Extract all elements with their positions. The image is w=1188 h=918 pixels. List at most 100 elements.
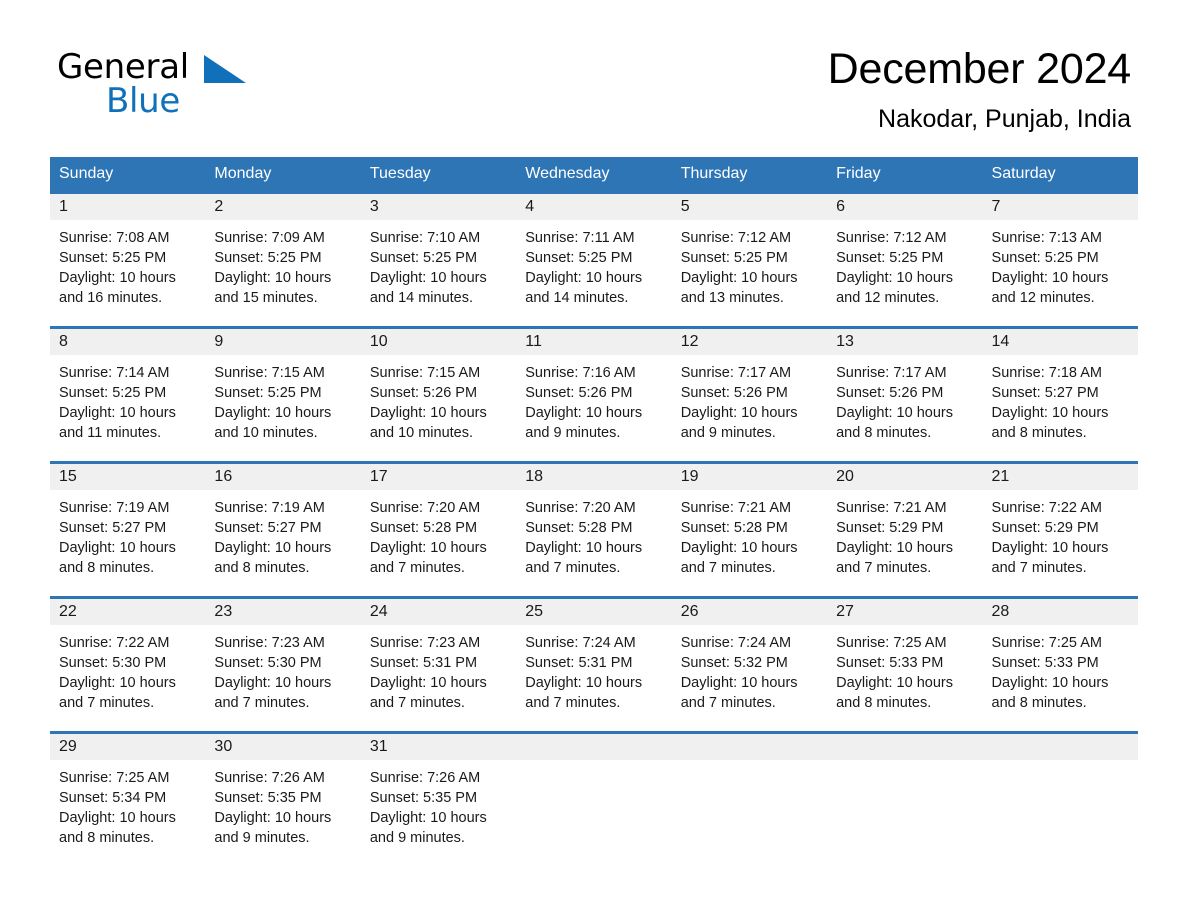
calendar-day-cell[interactable]: 26 Sunrise: 7:24 AM Sunset: 5:32 PM Dayligh… <box>671 596 828 733</box>
day-cell-body: Sunrise: 7:08 AM Sunset: 5:25 PM Daylight:… <box>50 220 205 308</box>
generalblue-logo[interactable]: General Blue <box>57 50 317 120</box>
calendar-day-cell[interactable]: 19 Sunrise: 7:21 AM Sunset: 5:28 PM Dayligh… <box>671 461 828 598</box>
calendar-day-cell[interactable]: 16 Sunrise: 7:19 AM Sunset: 5:27 PM Dayligh… <box>205 461 361 598</box>
page-subtitle-location: Nakodar, Punjab, India <box>878 104 1131 133</box>
calendar-day-cell[interactable]: 20 Sunrise: 7:21 AM Sunset: 5:29 PM Dayligh… <box>827 461 983 598</box>
calendar-day-cell[interactable]: 6 Sunrise: 7:12 AM Sunset: 5:25 PM Daylight… <box>827 191 983 328</box>
daylight-text-line1: Daylight: 10 hours <box>369 810 487 826</box>
day-number: 20 <box>836 468 854 485</box>
day-number: 3 <box>369 198 379 215</box>
calendar-day-cell[interactable]: 25 Sunrise: 7:24 AM Sunset: 5:31 PM Dayligh… <box>516 596 672 733</box>
calendar-day-cell[interactable]: 8 Sunrise: 7:14 AM Sunset: 5:25 PM Daylight… <box>50 326 206 463</box>
day-number-band: 16 <box>205 464 361 490</box>
day-number-band: 4 <box>516 194 672 220</box>
calendar-day-cell[interactable]: 9 Sunrise: 7:15 AM Sunset: 5:25 PM Daylight… <box>205 326 361 463</box>
day-number-band: 27 <box>827 599 983 625</box>
sunset-text: Sunset: 5:28 PM <box>525 520 633 536</box>
day-cell-body <box>672 760 827 768</box>
calendar-day-cell[interactable]: 21 Sunrise: 7:22 AM Sunset: 5:29 PM Dayligh… <box>982 461 1138 598</box>
daylight-text-line1: Daylight: 10 hours <box>991 540 1109 556</box>
day-number: 15 <box>59 468 77 485</box>
sunset-text: Sunset: 5:25 PM <box>991 250 1099 266</box>
day-number-band: 13 <box>827 329 983 355</box>
daylight-text-line1: Daylight: 10 hours <box>59 405 176 421</box>
sunset-text: Sunset: 5:33 PM <box>991 655 1099 671</box>
sunset-text: Sunset: 5:25 PM <box>59 385 167 401</box>
day-number-band: 30 <box>205 734 361 760</box>
sunset-text: Sunset: 5:27 PM <box>991 385 1099 401</box>
daylight-text-line1: Daylight: 10 hours <box>369 405 487 421</box>
calendar-day-cell[interactable]: 17 Sunrise: 7:20 AM Sunset: 5:28 PM Dayligh… <box>360 461 517 598</box>
daylight-text-line2: and 12 minutes. <box>991 290 1095 306</box>
daylight-text-line2: and 10 minutes. <box>369 425 474 441</box>
day-number: 22 <box>59 603 77 620</box>
calendar-week-row: 8 Sunrise: 7:14 AM Sunset: 5:25 PM Daylight… <box>50 326 1138 463</box>
day-cell-body: Sunrise: 7:24 AM Sunset: 5:31 PM Daylight:… <box>516 625 671 713</box>
day-cell-body: Sunrise: 7:20 AM Sunset: 5:28 PM Daylight:… <box>361 490 516 578</box>
calendar-day-cell[interactable]: 29 Sunrise: 7:25 AM Sunset: 5:34 PM Dayligh… <box>50 731 206 868</box>
calendar-day-cell[interactable]: 5 Sunrise: 7:12 AM Sunset: 5:25 PM Daylight… <box>671 191 828 328</box>
daylight-text-line2: and 14 minutes. <box>369 290 474 306</box>
sunrise-text: Sunrise: 7:10 AM <box>369 230 481 246</box>
calendar-day-cell[interactable]: 3 Sunrise: 7:10 AM Sunset: 5:25 PM Daylight… <box>360 191 517 328</box>
sunrise-text: Sunrise: 7:24 AM <box>680 635 792 651</box>
calendar-day-cell[interactable]: 11 Sunrise: 7:16 AM Sunset: 5:26 PM Dayligh… <box>516 326 672 463</box>
calendar-day-cell[interactable]: 10 Sunrise: 7:15 AM Sunset: 5:26 PM Dayligh… <box>360 326 517 463</box>
calendar-day-cell[interactable]: 30 Sunrise: 7:26 AM Sunset: 5:35 PM Dayligh… <box>205 731 361 868</box>
daylight-text-line1: Daylight: 10 hours <box>680 405 798 421</box>
calendar-day-cell[interactable]: 2 Sunrise: 7:09 AM Sunset: 5:25 PM Daylight… <box>205 191 361 328</box>
sunrise-text: Sunrise: 7:17 AM <box>680 365 792 381</box>
sunset-text: Sunset: 5:27 PM <box>59 520 167 536</box>
day-number-band: 19 <box>671 464 828 490</box>
weekday-header-sunday: Sunday <box>50 157 206 193</box>
daylight-text-line1: Daylight: 10 hours <box>991 270 1109 286</box>
day-number: 24 <box>369 603 388 620</box>
day-number-band: 17 <box>360 464 517 490</box>
calendar-week-row: 15 Sunrise: 7:19 AM Sunset: 5:27 PM Dayligh… <box>50 461 1138 598</box>
sunset-text: Sunset: 5:27 PM <box>214 520 322 536</box>
calendar-day-cell[interactable]: 24 Sunrise: 7:23 AM Sunset: 5:31 PM Dayligh… <box>360 596 517 733</box>
day-number-band: 10 <box>360 329 517 355</box>
sunset-text: Sunset: 5:26 PM <box>836 385 944 401</box>
calendar-day-cell[interactable]: 23 Sunrise: 7:23 AM Sunset: 5:30 PM Dayligh… <box>205 596 361 733</box>
day-number-band <box>827 734 983 760</box>
calendar-day-cell[interactable]: 1 Sunrise: 7:08 AM Sunset: 5:25 PM Daylight… <box>50 191 206 328</box>
calendar-day-cell[interactable]: 14 Sunrise: 7:18 AM Sunset: 5:27 PM Dayligh… <box>982 326 1138 463</box>
sunrise-text: Sunrise: 7:25 AM <box>991 635 1102 651</box>
calendar-day-cell[interactable]: 12 Sunrise: 7:17 AM Sunset: 5:26 PM Dayligh… <box>671 326 828 463</box>
day-number: 30 <box>214 738 233 755</box>
calendar-day-cell[interactable]: 13 Sunrise: 7:17 AM Sunset: 5:26 PM Dayligh… <box>827 326 983 463</box>
day-cell-body: Sunrise: 7:11 AM Sunset: 5:25 PM Daylight:… <box>516 220 671 308</box>
sunrise-text: Sunrise: 7:16 AM <box>525 365 636 381</box>
day-number: 14 <box>991 333 1010 350</box>
calendar-day-cell[interactable]: 4 Sunrise: 7:11 AM Sunset: 5:25 PM Daylight… <box>516 191 672 328</box>
day-number: 26 <box>680 603 699 620</box>
sunset-text: Sunset: 5:25 PM <box>59 250 167 266</box>
day-cell-body: Sunrise: 7:12 AM Sunset: 5:25 PM Daylight:… <box>672 220 827 308</box>
daylight-text-line1: Daylight: 10 hours <box>525 405 643 421</box>
calendar-day-cell[interactable]: 15 Sunrise: 7:19 AM Sunset: 5:27 PM Dayligh… <box>50 461 206 598</box>
page-header: General Blue December 2024 Nakodar, Punj… <box>0 0 1188 133</box>
sunrise-text: Sunrise: 7:26 AM <box>369 770 481 786</box>
calendar-day-cell[interactable]: 7 Sunrise: 7:13 AM Sunset: 5:25 PM Daylight… <box>982 191 1138 328</box>
day-cell-body: Sunrise: 7:25 AM Sunset: 5:33 PM Daylight:… <box>827 625 982 713</box>
day-cell-body: Sunrise: 7:25 AM Sunset: 5:33 PM Daylight:… <box>983 625 1138 713</box>
sunset-text: Sunset: 5:31 PM <box>369 655 478 671</box>
sunset-text: Sunset: 5:30 PM <box>214 655 322 671</box>
calendar-day-cell[interactable]: 22 Sunrise: 7:22 AM Sunset: 5:30 PM Dayligh… <box>50 596 206 733</box>
calendar-week-row: 22 Sunrise: 7:22 AM Sunset: 5:30 PM Dayligh… <box>50 596 1138 733</box>
daylight-text-line2: and 13 minutes. <box>680 290 784 306</box>
calendar-day-cell[interactable]: 18 Sunrise: 7:20 AM Sunset: 5:28 PM Dayligh… <box>516 461 672 598</box>
sunrise-text: Sunrise: 7:22 AM <box>59 635 170 651</box>
day-number-band: 25 <box>516 599 672 625</box>
calendar-day-cell[interactable]: 28 Sunrise: 7:25 AM Sunset: 5:33 PM Dayligh… <box>982 596 1138 733</box>
day-number-band: 5 <box>671 194 828 220</box>
calendar-day-cell[interactable]: 27 Sunrise: 7:25 AM Sunset: 5:33 PM Dayligh… <box>827 596 983 733</box>
sunrise-text: Sunrise: 7:20 AM <box>369 500 481 516</box>
day-number-band <box>671 734 828 760</box>
calendar-day-cell[interactable]: 31 Sunrise: 7:26 AM Sunset: 5:35 PM Dayligh… <box>360 731 517 868</box>
day-number-band: 26 <box>671 599 828 625</box>
daylight-text-line1: Daylight: 10 hours <box>836 270 953 286</box>
day-number-band: 8 <box>50 329 206 355</box>
day-cell-body: Sunrise: 7:19 AM Sunset: 5:27 PM Daylight:… <box>50 490 205 578</box>
